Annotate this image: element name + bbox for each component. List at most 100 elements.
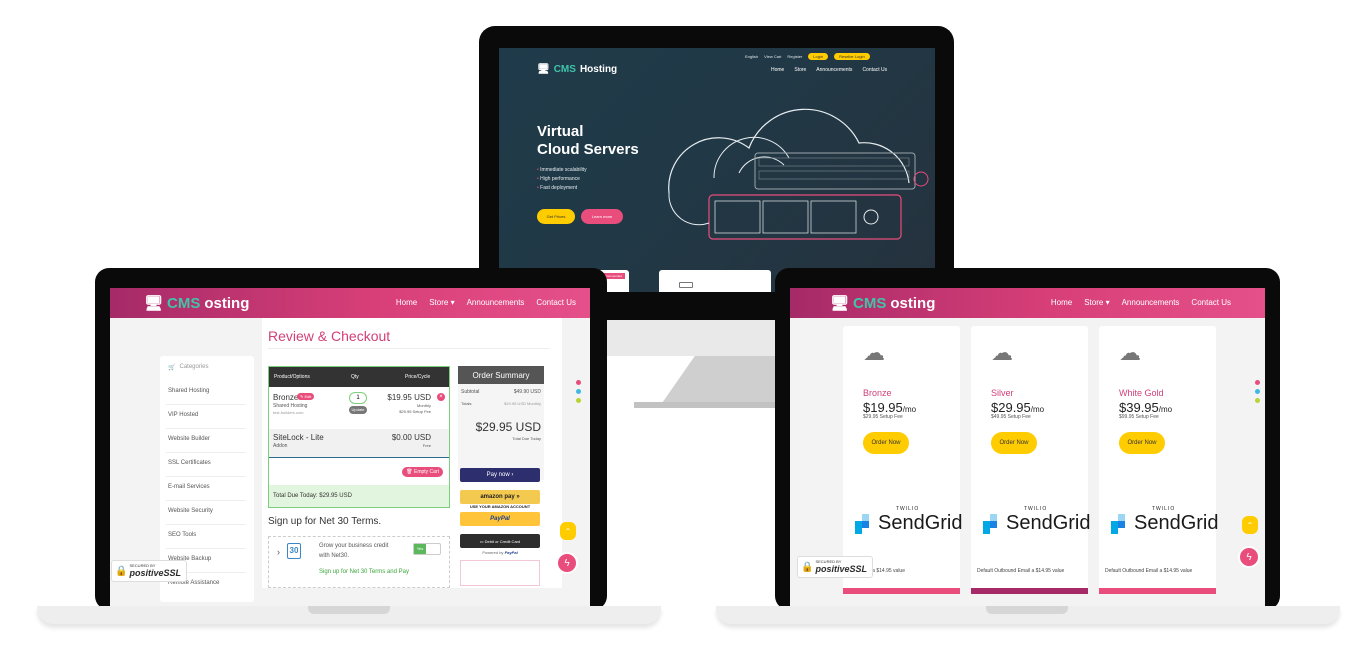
plan-price-value: $39.95 (1119, 400, 1159, 415)
product-domain: test-builders.com (273, 410, 304, 415)
order-now-button[interactable]: Order Now (1119, 432, 1165, 454)
plan-card-bronze: ☁ Bronze $19.95/mo $29.95 Setup Fee Orde… (843, 326, 963, 594)
plan-name: Silver (991, 388, 1014, 398)
divider (166, 428, 246, 429)
color-dot[interactable] (576, 389, 581, 394)
nav-contact[interactable]: Contact Us (862, 67, 887, 73)
sidebar-header-label: Categories (179, 364, 209, 370)
messenger-button[interactable]: ϟ (556, 552, 578, 574)
chevron-down-icon: ▾ (1105, 298, 1110, 307)
scroll-top-button[interactable]: ⌃ (1242, 516, 1258, 534)
logo-hosting: osting (204, 294, 250, 312)
nav-store-label: Store (1084, 298, 1104, 307)
chevron-up-icon: ⌃ (564, 526, 572, 536)
pay-now-label: Pay now (486, 472, 510, 478)
sidebar-header[interactable]: 🛒 Categories (168, 364, 209, 371)
nav-store[interactable]: Store ▾ (429, 298, 454, 307)
color-dot[interactable] (1255, 389, 1260, 394)
server-icon: 🖥 (537, 64, 550, 75)
nav-home[interactable]: Home (1051, 298, 1072, 307)
remove-icon[interactable]: × (437, 393, 445, 401)
nav-store[interactable]: Store ▾ (1084, 298, 1109, 307)
positivessl-seal: 🔒 SECURED BY positiveSSL (111, 560, 187, 582)
site-logo[interactable]: 🖥 CMS osting (144, 294, 250, 313)
sidebar-item-vip-hosted[interactable]: VIP Hosted (168, 412, 198, 418)
monitor-logo[interactable]: 🖥 CMS Hosting (537, 64, 617, 75)
sidebar-item-email[interactable]: E-mail Services (168, 484, 210, 490)
messenger-button[interactable]: ϟ (1238, 546, 1260, 568)
divider (166, 476, 246, 477)
color-dot[interactable] (576, 398, 581, 403)
cart-link[interactable]: View Cart (764, 54, 781, 59)
nav-home[interactable]: Home (396, 298, 417, 307)
order-now-button[interactable]: Order Now (991, 432, 1037, 454)
register-link[interactable]: Register (787, 54, 802, 59)
column-header: Product/Options (274, 374, 310, 380)
site-nav: Home Store ▾ Announcements Contact Us (1051, 298, 1231, 307)
scroll-top-button[interactable]: ⌃ (560, 522, 576, 540)
card-label: Debit or Credit Card (484, 538, 521, 544)
net30-text: Grow your business credit (319, 543, 389, 549)
net30-toggle[interactable]: Yes (413, 543, 441, 555)
sendgrid-wordmark: TWILIO SendGrid (1134, 506, 1219, 535)
empty-cart-button[interactable]: 🗑 Empty Cart (402, 467, 443, 477)
order-summary-header: Order Summary (458, 366, 544, 384)
device-mockup-stage: 🖥 CMS Hosting English View Cart Register … (0, 0, 1350, 650)
total-amount: $29.95 USD (475, 420, 541, 434)
addon-name: SiteLock - Lite (273, 433, 324, 442)
product-price: $19.95 USD (387, 393, 431, 402)
credit-card-icon: ▭ (479, 538, 484, 544)
color-dot[interactable] (1255, 398, 1260, 403)
sidebar-item-seo[interactable]: SEO Tools (168, 532, 196, 538)
logo-cms: CMS (167, 294, 201, 312)
nav-home[interactable]: Home (771, 67, 784, 73)
sidebar-item-website-builder[interactable]: Website Builder (168, 436, 210, 442)
nav-contact[interactable]: Contact Us (536, 298, 576, 307)
addon-cycle: Free (422, 443, 431, 448)
plan-price-value: $29.95 (991, 400, 1031, 415)
update-button[interactable]: Update (349, 406, 367, 414)
card-button[interactable]: ▭ Debit or Credit Card (460, 534, 540, 548)
sidebar-item-ssl[interactable]: SSL Certificates (168, 460, 211, 466)
cart-icon: 🛒 (168, 365, 176, 371)
hero-title-line2: Cloud Servers (537, 141, 639, 158)
learn-more-button[interactable]: Learn more (581, 209, 623, 224)
plan-price: $39.95/mo (1119, 400, 1172, 415)
sendgrid-logo: TWILIO SendGrid (983, 506, 1091, 535)
color-dot[interactable] (576, 380, 581, 385)
nav-contact[interactable]: Contact Us (1191, 298, 1231, 307)
nav-announcements[interactable]: Announcements (467, 298, 525, 307)
divider (166, 500, 246, 501)
page-title: Review & Checkout (268, 328, 391, 344)
pay-now-button[interactable]: Pay now › (460, 468, 540, 482)
right-laptop-notch (986, 606, 1068, 614)
edit-button[interactable]: ✎ Edit (297, 393, 315, 400)
net30-signup-link[interactable]: Sign up for Net 30 Terms and Pay (319, 569, 409, 575)
net30-title: Sign up for Net 30 Terms. (268, 516, 382, 527)
sendgrid-icon (855, 513, 875, 534)
reseller-login-button[interactable]: Reseller Login (834, 53, 870, 60)
cloud-server-icon: ☁ (1119, 340, 1141, 365)
chevron-right-icon[interactable]: › (277, 547, 280, 557)
quantity-input[interactable]: 1 (349, 392, 367, 404)
nav-announcements[interactable]: Announcements (1122, 298, 1180, 307)
amazon-pay-button[interactable]: amazon pay » (460, 490, 540, 504)
paypal-button[interactable]: PayPal (460, 512, 540, 526)
positivessl-seal: 🔒 SECURED BY positiveSSL (797, 556, 873, 578)
nav-announcements[interactable]: Announcements (816, 67, 852, 73)
nav-store[interactable]: Store (794, 67, 806, 73)
sidebar-item-security[interactable]: Website Security (168, 508, 213, 514)
color-dot[interactable] (1255, 380, 1260, 385)
site-logo[interactable]: 🖥 CMS osting (830, 294, 935, 313)
sidebar-item-shared-hosting[interactable]: Shared Hosting (168, 388, 209, 394)
plan-price-unit: /mo (1030, 405, 1045, 414)
get-prices-button[interactable]: Get Prices (537, 209, 575, 224)
lock-icon: 🔒 (115, 565, 128, 577)
plan-price-unit: /mo (902, 405, 917, 414)
plan-feature: Default Outbound Email a $14.95 value (1105, 568, 1193, 574)
nav-store-label: Store (429, 298, 449, 307)
totals-value: $19.95 USD Monthly (504, 401, 541, 406)
login-button[interactable]: Login (808, 53, 829, 60)
order-now-button[interactable]: Order Now (863, 432, 909, 454)
language-link[interactable]: English (745, 54, 758, 59)
